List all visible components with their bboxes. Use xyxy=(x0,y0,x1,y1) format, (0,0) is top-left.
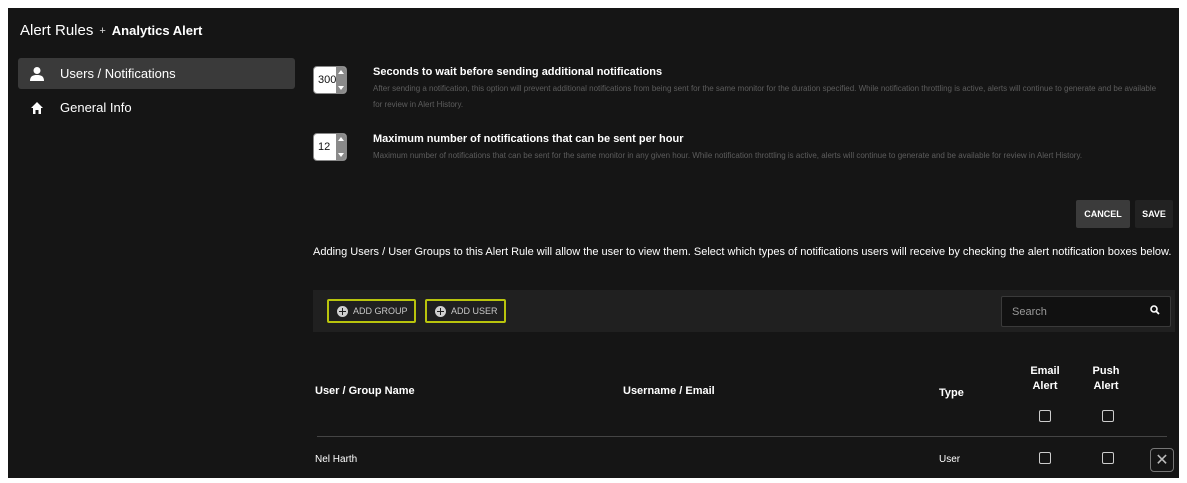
user-icon xyxy=(28,65,46,83)
column-header-name[interactable]: User / Group Name xyxy=(315,385,415,397)
search-box xyxy=(1001,296,1171,327)
sidebar-item-users-notifications[interactable]: Users / Notifications xyxy=(18,58,295,89)
breadcrumb-current: Analytics Alert xyxy=(111,23,203,38)
app-frame: Alert Rules + Analytics Alert Users / No… xyxy=(8,8,1179,478)
sidebar-item-label: Users / Notifications xyxy=(60,66,176,81)
stepper-up-icon[interactable] xyxy=(338,70,344,74)
wait-seconds-stepper[interactable]: 300 xyxy=(313,66,347,94)
main-panel: 300 Seconds to wait before sending addit… xyxy=(305,8,1179,478)
column-header-type[interactable]: Type xyxy=(939,387,964,399)
stepper-arrows[interactable] xyxy=(336,67,346,93)
add-group-label: ADD GROUP xyxy=(353,306,408,316)
row-push-alert-checkbox[interactable] xyxy=(1102,452,1114,464)
stepper-value[interactable]: 300 xyxy=(314,67,336,93)
stepper-value[interactable]: 12 xyxy=(314,134,336,160)
search-input[interactable] xyxy=(1012,305,1132,318)
breadcrumb-root[interactable]: Alert Rules xyxy=(20,22,93,39)
stepper-arrows[interactable] xyxy=(336,134,346,160)
add-user-button[interactable]: ADD USER xyxy=(425,299,506,323)
sidebar-item-label: General Info xyxy=(60,100,132,115)
column-header-email[interactable]: Username / Email xyxy=(623,385,715,397)
table-divider xyxy=(317,436,1167,437)
row-email-alert-checkbox[interactable] xyxy=(1039,452,1051,464)
sidebar: Users / Notifications General Info xyxy=(18,58,295,126)
info-text: Adding Users / User Groups to this Alert… xyxy=(313,246,1172,258)
row-name-cell: Nel Harth xyxy=(315,454,358,465)
stepper-down-icon[interactable] xyxy=(338,153,344,157)
row-type-cell: User xyxy=(939,454,961,465)
stepper-up-icon[interactable] xyxy=(338,137,344,141)
max-per-hour-stepper[interactable]: 12 xyxy=(313,133,347,161)
email-alert-select-all-checkbox[interactable] xyxy=(1039,410,1051,422)
setting-title: Seconds to wait before sending additiona… xyxy=(373,66,663,78)
breadcrumb-separator: + xyxy=(99,24,106,37)
setting-max-per-hour: 12 Maximum number of notifications that … xyxy=(313,133,1163,164)
home-icon xyxy=(28,99,46,117)
table-toolbar: ADD GROUP ADD USER xyxy=(313,290,1175,332)
column-header-push-alert[interactable]: Push Alert xyxy=(1089,364,1123,394)
cancel-button[interactable]: CANCEL xyxy=(1076,200,1130,228)
add-user-label: ADD USER xyxy=(451,306,498,316)
remove-row-button[interactable]: ✕ xyxy=(1150,448,1174,472)
setting-description: After sending a notification, this optio… xyxy=(373,84,1157,109)
sidebar-item-general-info[interactable]: General Info xyxy=(18,92,295,123)
plus-circle-icon xyxy=(337,305,348,317)
breadcrumb: Alert Rules + Analytics Alert xyxy=(20,22,202,39)
setting-wait-seconds: 300 Seconds to wait before sending addit… xyxy=(313,66,1163,113)
setting-title: Maximum number of notifications that can… xyxy=(373,133,684,145)
add-group-button[interactable]: ADD GROUP xyxy=(327,299,416,323)
column-header-email-alert[interactable]: Email Alert xyxy=(1025,364,1065,394)
stepper-down-icon[interactable] xyxy=(338,86,344,90)
close-icon: ✕ xyxy=(1155,452,1169,469)
setting-description: Maximum number of notifications that can… xyxy=(373,151,1083,160)
push-alert-select-all-checkbox[interactable] xyxy=(1102,410,1114,422)
save-button[interactable]: SAVE xyxy=(1135,200,1173,228)
plus-circle-icon xyxy=(435,305,446,317)
search-icon[interactable] xyxy=(1150,305,1160,318)
